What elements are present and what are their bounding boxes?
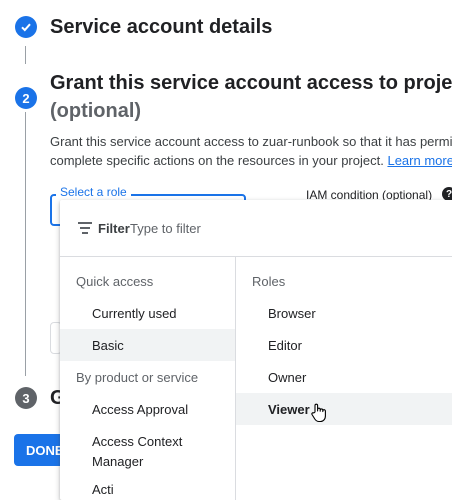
done-button[interactable]: DONE — [14, 434, 66, 466]
left-item-partial[interactable]: Acti — [92, 482, 114, 497]
step-2-subtitle: (optional) — [50, 100, 142, 122]
grant-description-line1: Grant this service account access to zua… — [50, 134, 452, 149]
step-2-number: 2 — [15, 87, 37, 109]
filter-row: Filter — [60, 200, 452, 257]
help-icon[interactable]: ? — [442, 187, 452, 201]
left-item-access-context-manager[interactable]: Access Context Manager — [92, 432, 182, 472]
roles-heading: Roles — [252, 274, 286, 289]
left-item-currently-used[interactable]: Currently used — [92, 306, 177, 321]
filter-label: Filter — [98, 221, 130, 236]
learn-more-link[interactable]: Learn more — [387, 153, 452, 168]
role-select-label: Select a role — [56, 185, 131, 199]
role-browser[interactable]: Browser — [268, 306, 316, 321]
step-1-completed-icon — [15, 16, 37, 38]
filter-icon — [78, 222, 92, 234]
step-1-title[interactable]: Service account details — [50, 16, 272, 39]
left-item-access-context-line2: Manager — [92, 454, 144, 469]
hand-cursor-icon — [311, 403, 326, 423]
role-owner[interactable]: Owner — [268, 370, 306, 385]
grant-description-text: complete specific actions on the resourc… — [50, 153, 384, 168]
stepper-line — [25, 46, 26, 64]
role-editor[interactable]: Editor — [268, 338, 302, 353]
left-item-basic-highlight[interactable] — [60, 329, 235, 361]
left-item-basic[interactable]: Basic — [92, 338, 124, 353]
step-2-title: Grant this service account access to pro… — [50, 72, 452, 94]
quick-access-heading: Quick access — [76, 274, 154, 289]
left-item-access-context-line1: Access Context — [92, 434, 183, 449]
stepper-line — [25, 112, 26, 376]
left-item-access-approval[interactable]: Access Approval — [92, 402, 188, 417]
column-divider — [235, 257, 236, 500]
role-viewer[interactable]: Viewer — [268, 402, 310, 417]
step-3-number: 3 — [15, 387, 37, 409]
by-product-heading: By product or service — [76, 370, 199, 385]
grant-description-line2: complete specific actions on the resourc… — [50, 151, 452, 170]
role-dropdown: Filter Quick access Currently used Basic… — [60, 200, 452, 500]
filter-input[interactable] — [130, 218, 390, 238]
